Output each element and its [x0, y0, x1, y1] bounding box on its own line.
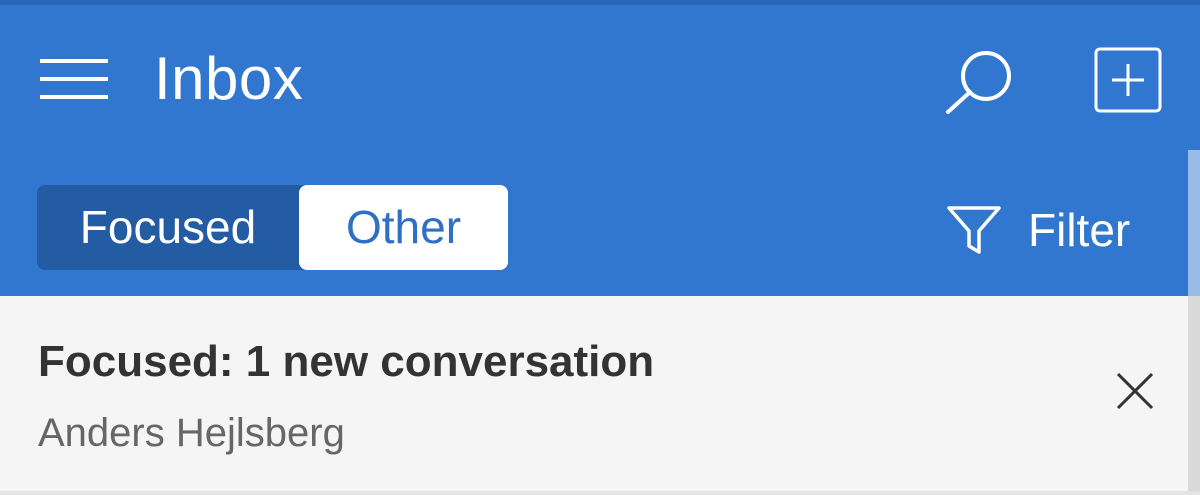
compose-plus-icon[interactable] — [1094, 47, 1162, 113]
tab-other[interactable]: Other — [299, 185, 508, 270]
filter-button[interactable]: Filter — [946, 195, 1130, 265]
hamburger-menu-icon[interactable] — [40, 57, 108, 101]
tab-focused[interactable]: Focused — [37, 185, 299, 270]
scrollbar-track-lower[interactable] — [1188, 296, 1200, 495]
inbox-header: Inbox Focused Other Filter — [0, 0, 1200, 296]
search-icon[interactable] — [944, 49, 1014, 115]
focused-notification-banner[interactable]: Focused: 1 new conversation Anders Hejls… — [0, 296, 1188, 491]
filter-label: Filter — [1028, 204, 1131, 256]
funnel-icon — [947, 206, 1001, 254]
notification-title: Focused: 1 new conversation — [38, 337, 655, 386]
close-icon[interactable] — [1112, 368, 1158, 414]
inbox-tab-switcher: Focused Other — [37, 185, 508, 270]
outlook-inbox-screen: Inbox Focused Other Filter Focused: 1 ne… — [0, 0, 1200, 495]
page-title: Inbox — [154, 45, 304, 112]
notification-sender: Anders Hejlsberg — [38, 411, 345, 455]
bottom-divider — [0, 491, 1200, 495]
